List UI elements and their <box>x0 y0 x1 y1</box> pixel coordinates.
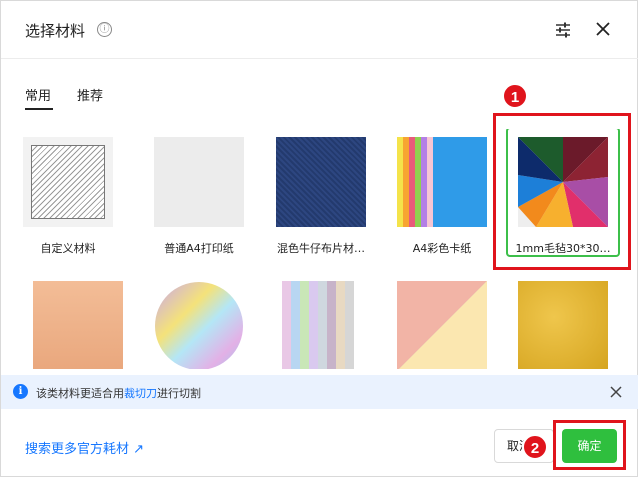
tab-common[interactable]: 常用 <box>25 85 51 104</box>
material-thumbnail <box>33 281 123 369</box>
info-icon[interactable]: ⓘ <box>97 22 112 37</box>
notice-bar: i 该类材料更适合用裁切刀进行切割 <box>1 375 638 409</box>
material-label: 普通A4打印纸 <box>164 242 234 255</box>
material-thumbnail <box>518 137 608 227</box>
info-filled-icon: i <box>13 384 28 399</box>
material-label: 自定义材料 <box>40 242 96 255</box>
callout-badge-1: 1 <box>502 83 528 109</box>
material-thumbnail <box>276 137 366 227</box>
material-grid: 自定义材料 普通A4打印纸 混色牛仔布片材… A4彩色卡纸 1mm毛毡30*30… <box>1 129 638 369</box>
material-label: 混色牛仔布片材… <box>277 242 365 255</box>
tab-recommended[interactable]: 推荐 <box>77 85 103 104</box>
dialog-header: 选择材料 ⓘ <box>1 1 638 59</box>
material-label: A4彩色卡纸 <box>412 242 472 255</box>
material-thumbnail <box>23 137 113 227</box>
sliders-icon[interactable] <box>554 21 572 39</box>
confirm-button[interactable]: 确定 <box>562 429 617 463</box>
dialog-title: 选择材料 <box>25 22 86 40</box>
material-thumbnail <box>154 281 244 369</box>
notice-text: 该类材料更适合用裁切刀进行切割 <box>36 387 201 400</box>
callout-badge-2: 2 <box>522 434 548 460</box>
material-thumbnail <box>397 281 487 369</box>
close-icon[interactable] <box>609 385 623 399</box>
material-thumbnail <box>518 281 608 369</box>
material-thumbnail <box>154 137 244 227</box>
material-label: 1mm毛毡30*30… <box>515 242 611 255</box>
material-thumbnail <box>397 137 487 227</box>
close-icon[interactable] <box>594 20 612 38</box>
select-material-dialog: 选择材料 ⓘ 常用 推荐 自定义材料 普通A4打印纸 混色牛仔布片材… A4彩色… <box>0 0 638 477</box>
active-tab-indicator <box>25 108 53 110</box>
cutter-link[interactable]: 裁切刀 <box>124 387 157 400</box>
material-thumbnail <box>276 281 366 369</box>
search-more-materials-link[interactable]: 搜索更多官方耗材 ↗ <box>25 438 144 457</box>
